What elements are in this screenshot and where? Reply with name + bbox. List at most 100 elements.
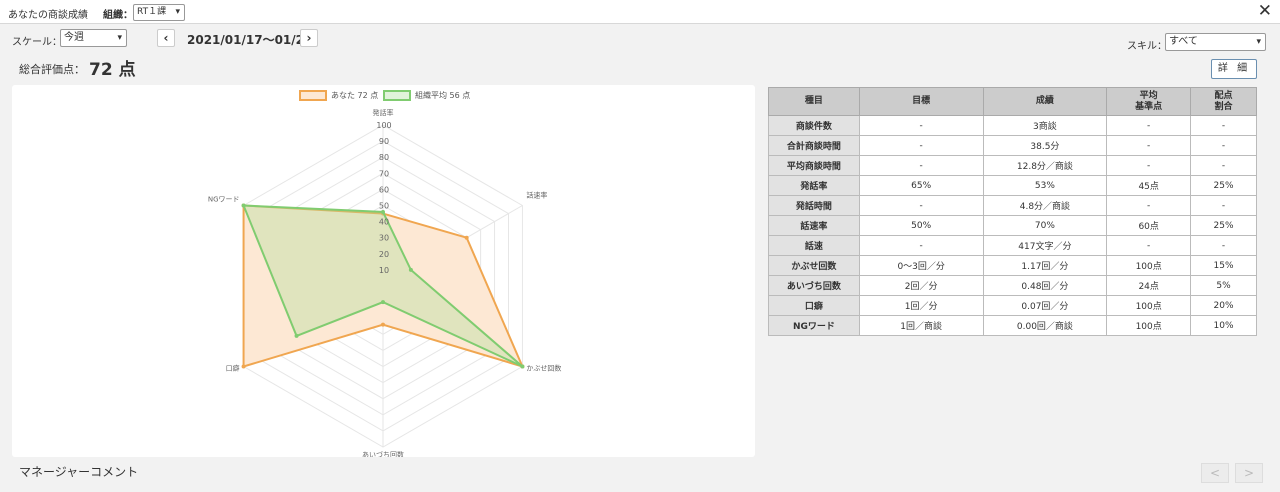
table-row: 話速 -417文字／分 - - (768, 235, 1257, 256)
table-row: 平均商談時間 -12.8分／商談 - - (768, 155, 1257, 176)
radar-tick-label: 10 (379, 266, 389, 275)
legend-swatch (299, 90, 327, 101)
table-row: 合計商談時間 -38.5分 - - (768, 135, 1257, 156)
org-select-value: RT１課 (137, 7, 167, 17)
radar-axis-label: 口癖 (226, 364, 240, 373)
radar-axis-label: NGワード (208, 196, 240, 204)
table-row-label: 話速 (768, 235, 860, 256)
table-row: 発話時間 -4.8分／商談 - - (768, 195, 1257, 216)
radar-point (241, 203, 246, 208)
chevron-down-icon: ▾ (1256, 37, 1261, 47)
radar-point (381, 300, 385, 305)
table-row-label: 合計商談時間 (768, 135, 860, 156)
table-cell: 4.8分／商談 (982, 195, 1108, 216)
table-cell: - (1106, 115, 1192, 136)
table-cell: 50% (858, 215, 984, 236)
table-cell: 1回／分 (858, 295, 984, 316)
table-cell: 1.17回／分 (982, 255, 1108, 276)
table-cell: - (858, 235, 984, 256)
table-row: かぶせ回数 0〜3回／分 1.17回／分 100点 15% (768, 255, 1257, 276)
radar-tick-label: 80 (379, 153, 389, 162)
radar-chart-card: 10 20 30 40 50 60 70 80 90 100 発話率 話速率 かぶせ回数 あいづち回数 口癖… (12, 85, 755, 457)
detail-button[interactable]: 詳 細 (1211, 59, 1257, 79)
table-cell: 25% (1190, 215, 1257, 236)
radar-point (294, 333, 299, 338)
radar-axis-label: かぶせ回数 (526, 364, 561, 373)
table-cell: 60点 (1106, 215, 1192, 236)
org-label: 組織： (103, 10, 133, 21)
table-cell: 1回／商談 (858, 315, 984, 336)
table-row-label: 平均商談時間 (768, 155, 860, 176)
table-cell: 417文字／分 (982, 235, 1108, 256)
table-cell: 2回／分 (858, 275, 984, 296)
table-cell: - (1190, 155, 1257, 176)
radar-point (241, 364, 246, 369)
table-cell: - (1106, 195, 1192, 216)
pager-prev-button[interactable]: < (1201, 463, 1229, 483)
table-header-row: 種目 目標 成績 平均 基準点 配点 割合 (768, 87, 1257, 116)
table-row-label: かぶせ回数 (768, 255, 860, 276)
table-cell: 0.48回／分 (982, 275, 1108, 296)
next-week-button[interactable]: › (300, 29, 318, 47)
table-cell: - (1106, 135, 1192, 156)
table-cell: 65% (858, 175, 984, 196)
title-bar: あなたの商談成績 組織： RT１課 ▾ ✕ (0, 0, 1280, 24)
table-cell: 0.07回／分 (982, 295, 1108, 316)
table-cell: 20% (1190, 295, 1257, 316)
radar-axis-label: 発話率 (373, 108, 394, 117)
table-cell: 0.00回／商談 (982, 315, 1108, 336)
table-cell: 10% (1190, 315, 1257, 336)
close-icon[interactable]: ✕ (1258, 2, 1272, 20)
radar-point (381, 209, 385, 214)
radar-tick-label: 70 (379, 169, 389, 178)
table-cell: 5% (1190, 275, 1257, 296)
table-row: あいづち回数 2回／分 0.48回／分 24点 5% (768, 275, 1257, 296)
skill-select[interactable]: すべて ▾ (1165, 33, 1266, 51)
table-cell: - (858, 115, 984, 136)
radar-point (464, 235, 469, 240)
table-row-label: NGワード (768, 315, 860, 336)
table-header-3: 平均 基準点 (1106, 87, 1192, 116)
skill-select-value: すべて (1169, 36, 1198, 47)
skill-label: スキル： (1127, 41, 1167, 52)
table-cell: 3商談 (982, 115, 1108, 136)
legend-label: あなた 72 点 (331, 91, 378, 100)
table-cell: 38.5分 (982, 135, 1108, 156)
table-cell: 24点 (1106, 275, 1192, 296)
table-cell: - (1106, 155, 1192, 176)
radar-point (408, 267, 413, 272)
table-cell: 100点 (1106, 255, 1192, 276)
pager-next-button[interactable]: > (1235, 463, 1263, 483)
radar-tick-label: 20 (379, 250, 389, 259)
table-header-2: 成績 (982, 87, 1108, 116)
radar-tick-label: 90 (379, 137, 389, 146)
page-title: あなたの商談成績 (8, 10, 88, 21)
scale-select-value: 今週 (64, 32, 84, 43)
prev-week-button[interactable]: ‹ (157, 29, 175, 47)
radar-tick-label: 50 (379, 202, 389, 211)
radar-axis-label: あいづち回数 (362, 450, 404, 457)
chevron-down-icon: ▾ (175, 7, 180, 17)
radar-tick-label: 100 (376, 121, 391, 130)
table-row-label: あいづち回数 (768, 275, 860, 296)
table-cell: - (1190, 235, 1257, 256)
chevron-right-icon: › (306, 31, 312, 45)
radar-tick-label: 30 (379, 234, 389, 243)
manager-comment-label: マネージャーコメント (19, 465, 139, 479)
table-cell: 0〜3回／分 (858, 255, 984, 276)
table-cell: 53% (982, 175, 1108, 196)
table-row-label: 話速率 (768, 215, 860, 236)
table-row: 話速率 50% 70% 60点 25% (768, 215, 1257, 236)
table-cell: - (858, 135, 984, 156)
table-cell: - (1190, 115, 1257, 136)
table-row: 商談件数 -3商談 - - (768, 115, 1257, 136)
org-select[interactable]: RT１課 ▾ (133, 4, 185, 21)
table-cell: - (858, 155, 984, 176)
table-cell: - (1190, 135, 1257, 156)
table-cell: 15% (1190, 255, 1257, 276)
scale-select[interactable]: 今週 ▾ (60, 29, 127, 47)
total-score-value: 72 点 (89, 60, 136, 80)
date-range: 2021/01/17〜01/23 (187, 33, 313, 47)
table-cell: 100点 (1106, 315, 1192, 336)
metrics-table: 種目 目標 成績 平均 基準点 配点 割合 商談件数 -3商談 - - 合計商談時間 -38.5分 - -… (768, 87, 1257, 336)
